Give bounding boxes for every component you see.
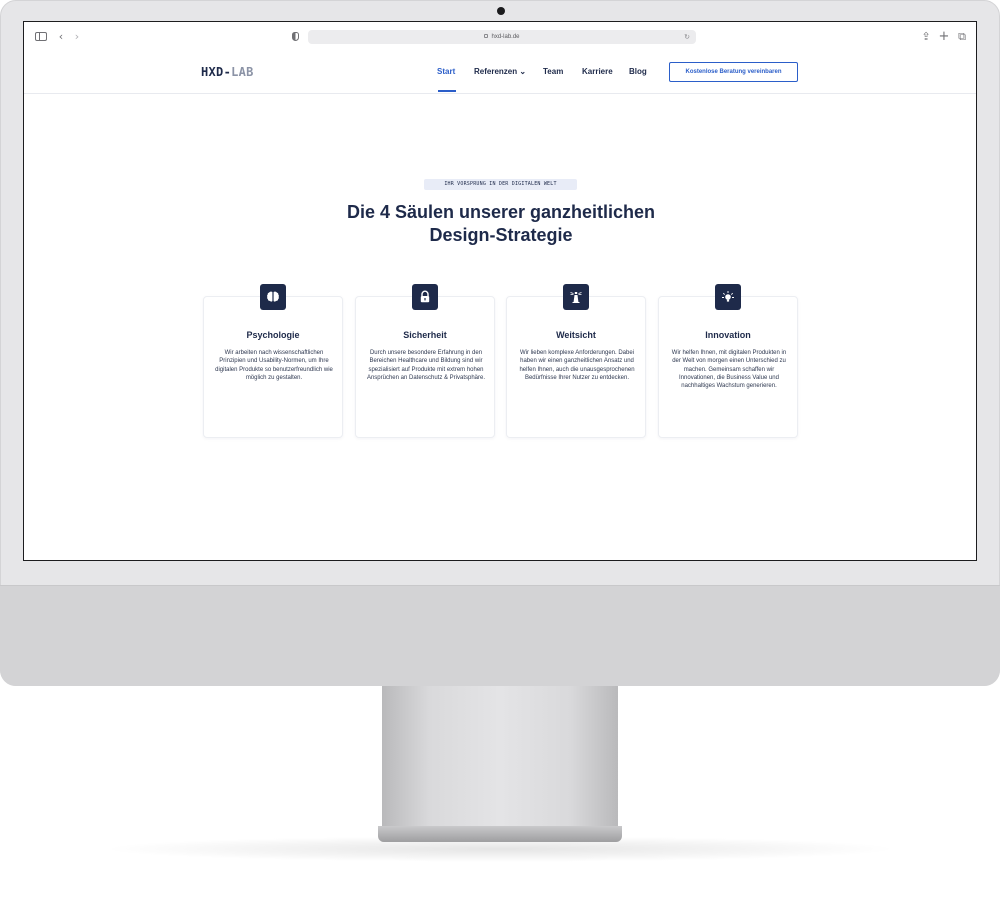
- nav-item-blog[interactable]: Blog: [629, 66, 647, 78]
- nav-item-karriere[interactable]: Karriere: [582, 66, 613, 78]
- headline-line-1: Die 4 Säulen unserer ganzheitlichen: [346, 202, 656, 222]
- page-headline: Die 4 Säulen unserer ganzheitlichen Desi…: [251, 201, 751, 247]
- lock-icon: [484, 34, 489, 38]
- pillar-title: Sicherheit: [403, 330, 447, 340]
- nav-active-indicator: [438, 90, 456, 92]
- nav-item-team[interactable]: Team: [543, 66, 563, 78]
- forward-icon[interactable]: ›: [72, 30, 82, 44]
- lock-icon: [412, 284, 438, 310]
- pillar-title: Psychologie: [246, 330, 300, 340]
- site-logo[interactable]: HXD-LAB: [201, 65, 254, 79]
- lighthouse-icon: [563, 284, 589, 310]
- screen: ‹ › hxd-lab.de ↻ ⇪ + ⧉ HXD-LAB Start Ref…: [23, 21, 977, 561]
- site-header: HXD-LAB Start Referenzen ⌄ Team Karriere…: [24, 52, 976, 94]
- tab-overview-icon[interactable]: ⧉: [956, 30, 968, 44]
- logo-accent: LAB: [231, 65, 254, 79]
- address-text: hxd-lab.de: [308, 30, 696, 44]
- headline-line-2: Design-Strategie: [429, 225, 573, 245]
- camera-dot: [497, 7, 505, 15]
- privacy-shield-icon[interactable]: [292, 32, 299, 41]
- pillar-text: Wir arbeiten nach wissenschaftlichen Pri…: [215, 350, 333, 381]
- back-icon[interactable]: ‹: [56, 30, 66, 44]
- pillar-card-weitsicht: Weitsicht Wir lieben komplexe Anforderun…: [506, 296, 646, 438]
- pillar-title: Innovation: [705, 330, 751, 340]
- sidebar-toggle-icon[interactable]: [35, 32, 47, 41]
- nav-item-referenzen[interactable]: Referenzen ⌄: [474, 66, 526, 78]
- eyebrow-label: IHR VORSPRUNG IN DER DIGITALEN WELT: [424, 179, 577, 190]
- nav-item-start[interactable]: Start: [437, 66, 455, 78]
- pillar-card-sicherheit: Sicherheit Durch unsere besondere Erfahr…: [355, 296, 495, 438]
- pillar-card-innovation: Innovation Wir helfen Ihnen, mit digital…: [658, 296, 798, 438]
- address-bar[interactable]: hxd-lab.de ↻: [308, 30, 696, 44]
- new-tab-icon[interactable]: +: [938, 30, 950, 44]
- url-text: hxd-lab.de: [491, 34, 520, 40]
- pillar-text: Wir lieben komplexe Anforderungen. Dabei…: [519, 350, 635, 381]
- monitor-stand: [382, 686, 618, 828]
- browser-toolbar: ‹ › hxd-lab.de ↻ ⇪ + ⧉: [24, 22, 976, 52]
- reload-icon[interactable]: ↻: [684, 30, 690, 44]
- brain-icon: [260, 284, 286, 310]
- pillar-text: Durch unsere besondere Erfahrung in den …: [366, 350, 486, 381]
- pillar-title: Weitsicht: [556, 330, 596, 340]
- logo-main: HXD-: [201, 65, 232, 79]
- pillar-card-psychologie: Psychologie Wir arbeiten nach wissenscha…: [203, 296, 343, 438]
- monitor-chin: [0, 585, 1000, 686]
- lightbulb-icon: [715, 284, 741, 310]
- monitor-stand-foot: [378, 826, 622, 842]
- pillar-text: Wir helfen Ihnen, mit digitalen Produkte…: [671, 350, 787, 390]
- share-icon[interactable]: ⇪: [920, 30, 932, 44]
- consultation-button[interactable]: Kostenlose Beratung vereinbaren: [669, 62, 798, 82]
